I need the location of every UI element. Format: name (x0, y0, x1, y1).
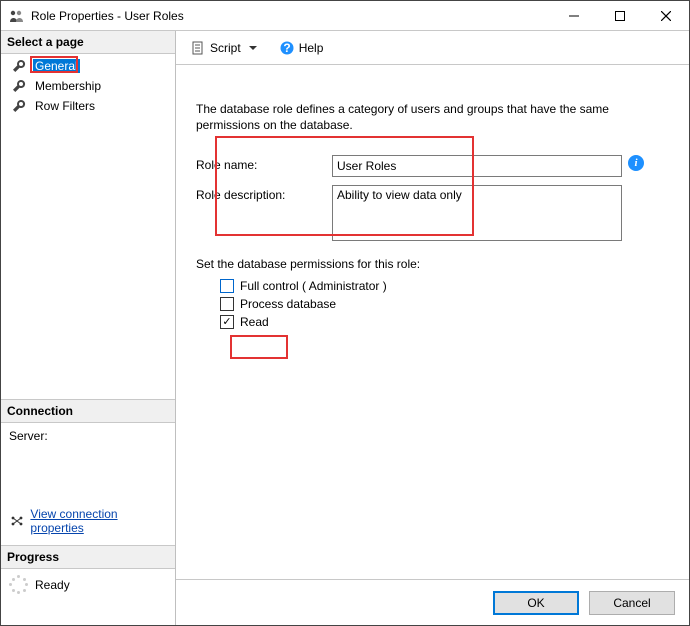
server-label: Server: (9, 429, 167, 443)
connection-header: Connection (1, 400, 175, 423)
role-name-row: Role name: i (196, 155, 669, 177)
role-desc-label: Role description: (196, 185, 332, 202)
permissions-header: Set the database permissions for this ro… (196, 257, 669, 271)
intro-text: The database role defines a category of … (196, 101, 636, 133)
window-title: Role Properties - User Roles (31, 9, 551, 23)
wrench-icon (11, 98, 27, 114)
window-buttons (551, 1, 689, 30)
role-icon (9, 8, 25, 24)
dialog-footer: OK Cancel (176, 579, 689, 625)
connection-panel: Connection Server: View connection prope… (1, 399, 175, 545)
help-icon: ? (279, 40, 295, 56)
perm-full-control-row[interactable]: Full control ( Administrator ) (220, 279, 669, 293)
titlebar: Role Properties - User Roles (1, 1, 689, 31)
wrench-icon (11, 58, 27, 74)
role-name-label: Role name: (196, 155, 332, 172)
checkbox-unchecked-icon (220, 279, 234, 293)
view-connection-properties-label: View connection properties (30, 507, 169, 535)
role-name-input[interactable] (332, 155, 622, 177)
toolbar: Script ? Help (176, 31, 689, 65)
progress-spinner-icon (9, 575, 29, 595)
nav-general-label: General (33, 59, 80, 73)
nav-general[interactable]: General (1, 56, 175, 76)
script-button[interactable]: Script (186, 38, 265, 58)
sidebar: Select a page General Membership Row Fil… (1, 31, 176, 625)
script-label: Script (210, 41, 241, 55)
checkbox-unchecked-icon (220, 297, 234, 311)
wrench-icon (11, 78, 27, 94)
perm-read-row[interactable]: ✓ Read (220, 315, 669, 329)
nav-membership-label: Membership (33, 79, 103, 93)
checkbox-checked-icon: ✓ (220, 315, 234, 329)
svg-text:?: ? (283, 41, 290, 55)
maximize-button[interactable] (597, 1, 643, 30)
perm-read-label: Read (240, 315, 269, 329)
progress-panel: Progress Ready (1, 545, 175, 625)
nav-row-filters[interactable]: Row Filters (1, 96, 175, 116)
main-panel: Script ? Help The database role defines … (176, 31, 689, 625)
progress-status: Ready (35, 578, 70, 592)
role-desc-input[interactable]: Ability to view data only (332, 185, 622, 241)
help-label: Help (299, 41, 324, 55)
info-icon[interactable]: i (628, 155, 644, 171)
perm-full-control-label: Full control ( Administrator ) (240, 279, 387, 293)
perm-process-label: Process database (240, 297, 336, 311)
progress-header: Progress (1, 546, 175, 569)
page-nav: General Membership Row Filters (1, 54, 175, 118)
content-area: The database role defines a category of … (176, 65, 689, 579)
help-button[interactable]: ? Help (275, 38, 328, 58)
ok-button[interactable]: OK (493, 591, 579, 615)
role-desc-row: Role description: Ability to view data o… (196, 185, 669, 241)
nav-membership[interactable]: Membership (1, 76, 175, 96)
minimize-button[interactable] (551, 1, 597, 30)
perm-process-row[interactable]: Process database (220, 297, 669, 311)
view-connection-properties-link[interactable]: View connection properties (1, 503, 175, 545)
connection-icon (9, 513, 24, 529)
select-page-header: Select a page (1, 31, 175, 54)
cancel-button[interactable]: Cancel (589, 591, 675, 615)
dropdown-icon (245, 40, 261, 56)
script-icon (190, 40, 206, 56)
role-properties-dialog: Role Properties - User Roles Select a pa… (0, 0, 690, 626)
nav-row-filters-label: Row Filters (33, 99, 97, 113)
close-button[interactable] (643, 1, 689, 30)
